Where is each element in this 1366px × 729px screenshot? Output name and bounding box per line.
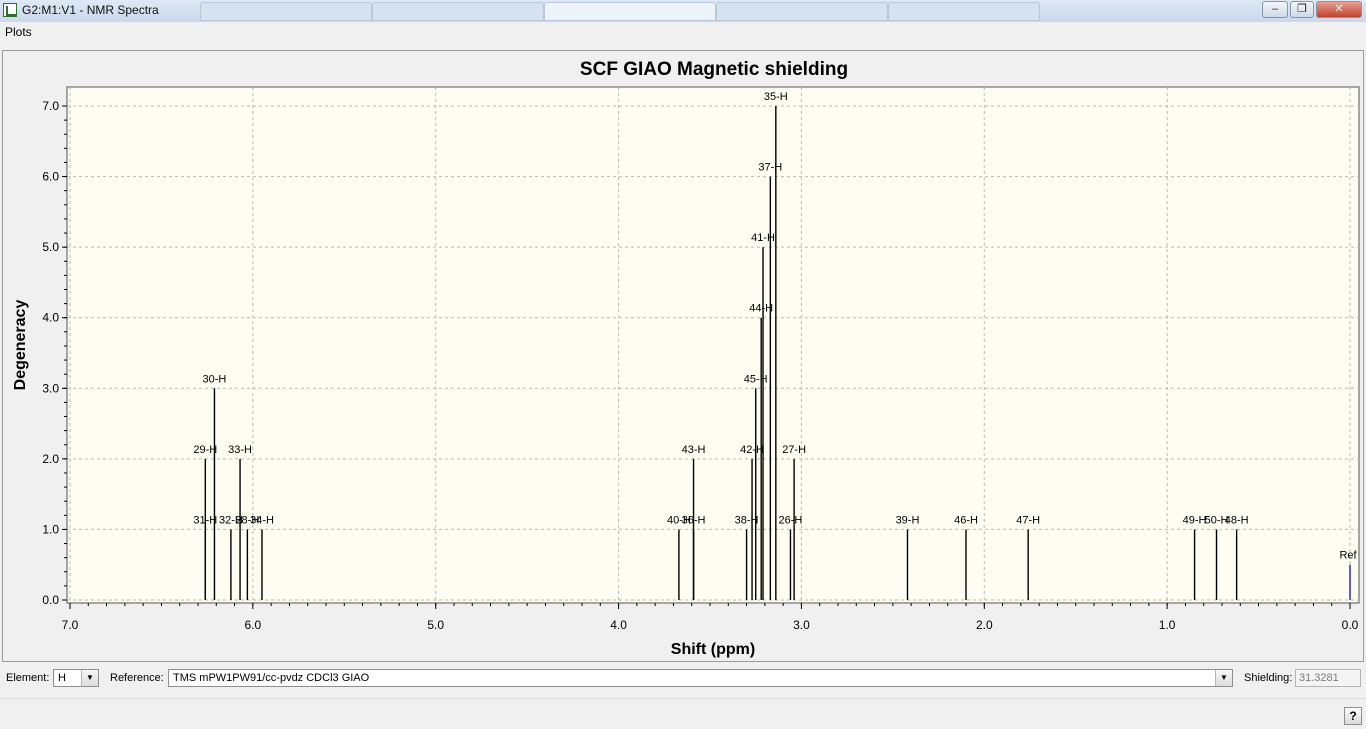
restore-icon: ❐ bbox=[1297, 3, 1307, 15]
chart-panel: SCF GIAO Magnetic shielding 0.0 1.0 2.0 3.0 4… bbox=[2, 50, 1364, 662]
peak-label: Ref bbox=[1339, 550, 1357, 562]
peak-label: 37-H bbox=[758, 162, 782, 174]
help-button[interactable]: ? bbox=[1344, 707, 1362, 725]
y-tick-label: 5.0 bbox=[42, 240, 59, 254]
peak-label: 35-H bbox=[764, 91, 788, 103]
x-tick-label: 0.0 bbox=[1342, 618, 1359, 632]
x-tick-label: 3.0 bbox=[793, 618, 810, 632]
app-icon bbox=[3, 3, 17, 17]
peak-label: 44-H bbox=[749, 303, 773, 315]
y-tick-label: 6.0 bbox=[42, 170, 59, 184]
reference-select[interactable]: TMS mPW1PW91/cc-pvdz CDCl3 GIAO ▼ bbox=[168, 669, 1233, 687]
restore-button[interactable]: ❐ bbox=[1290, 1, 1314, 18]
y-tick-label: 7.0 bbox=[42, 99, 59, 113]
background-tab[interactable] bbox=[888, 2, 1040, 21]
chevron-down-icon[interactable]: ▼ bbox=[81, 670, 98, 686]
y-tick-label: 1.0 bbox=[42, 522, 59, 536]
reference-value: TMS mPW1PW91/cc-pvdz CDCl3 GIAO bbox=[173, 672, 370, 684]
peak-label: 46-H bbox=[954, 514, 978, 526]
close-button[interactable]: ✕ bbox=[1316, 1, 1362, 18]
peak-label: 29-H bbox=[193, 444, 217, 456]
element-label: Element: bbox=[6, 672, 50, 684]
controls-bar: Element: H ▼ Reference: TMS mPW1PW91/cc-… bbox=[0, 666, 1366, 692]
element-select[interactable]: H ▼ bbox=[53, 669, 99, 687]
y-tick-label: 4.0 bbox=[42, 311, 59, 325]
x-tick-label: 1.0 bbox=[1159, 618, 1176, 632]
x-tick-label: 5.0 bbox=[427, 618, 444, 632]
background-tab[interactable] bbox=[372, 2, 544, 21]
x-tick-label: 7.0 bbox=[62, 618, 79, 632]
peak-label: 34-H bbox=[250, 514, 274, 526]
window-title: G2:M1:V1 - NMR Spectra bbox=[22, 3, 159, 17]
nmr-chart: SCF GIAO Magnetic shielding 0.0 1.0 2.0 3.0 4… bbox=[12, 59, 1360, 658]
chart-title: SCF GIAO Magnetic shielding bbox=[580, 59, 848, 80]
minimize-button[interactable]: – bbox=[1262, 1, 1288, 18]
title-bar: G2:M1:V1 - NMR Spectra – ❐ ✕ bbox=[0, 0, 1366, 23]
minimize-icon: – bbox=[1271, 3, 1279, 15]
peak-label: 43-H bbox=[682, 444, 706, 456]
x-tick-label: 2.0 bbox=[976, 618, 993, 632]
peak-label: 27-H bbox=[782, 444, 806, 456]
background-tab[interactable] bbox=[200, 2, 372, 21]
peak-label: 33-H bbox=[228, 444, 252, 456]
status-bar: ? bbox=[0, 698, 1366, 729]
y-tick-label: 2.0 bbox=[42, 452, 59, 466]
menu-plots[interactable]: Plots bbox=[5, 25, 32, 39]
peak-label: 39-H bbox=[896, 514, 920, 526]
close-icon: ✕ bbox=[1334, 3, 1344, 15]
peak-label: 30-H bbox=[203, 373, 227, 385]
peak-label: 45-H bbox=[744, 373, 768, 385]
peak-label: 49-H bbox=[1183, 514, 1207, 526]
chevron-down-icon[interactable]: ▼ bbox=[1215, 670, 1232, 686]
x-tick-label: 4.0 bbox=[610, 618, 627, 632]
background-tab[interactable] bbox=[544, 2, 716, 21]
help-icon: ? bbox=[1349, 709, 1357, 723]
y-axis-label: Degeneracy bbox=[12, 300, 29, 391]
x-tick-label: 6.0 bbox=[245, 618, 262, 632]
peak-label: 38-H bbox=[735, 514, 759, 526]
reference-label: Reference: bbox=[110, 672, 164, 684]
y-tick-label: 0.0 bbox=[42, 593, 59, 607]
element-value: H bbox=[58, 672, 66, 684]
peak-label: 26-H bbox=[779, 514, 803, 526]
peak-label: 47-H bbox=[1016, 514, 1040, 526]
shielding-value: 31.3281 bbox=[1299, 672, 1339, 684]
peak-label: 41-H bbox=[751, 232, 775, 244]
y-tick-label: 3.0 bbox=[42, 381, 59, 395]
shielding-label: Shielding: bbox=[1244, 672, 1293, 684]
background-tab[interactable] bbox=[716, 2, 888, 21]
peak-label: 48-H bbox=[1225, 514, 1249, 526]
shielding-field: 31.3281 bbox=[1295, 669, 1361, 687]
peak-label: 42-H bbox=[740, 444, 764, 456]
x-axis-label: Shift (ppm) bbox=[671, 641, 755, 658]
menu-bar: Plots bbox=[0, 22, 1366, 42]
